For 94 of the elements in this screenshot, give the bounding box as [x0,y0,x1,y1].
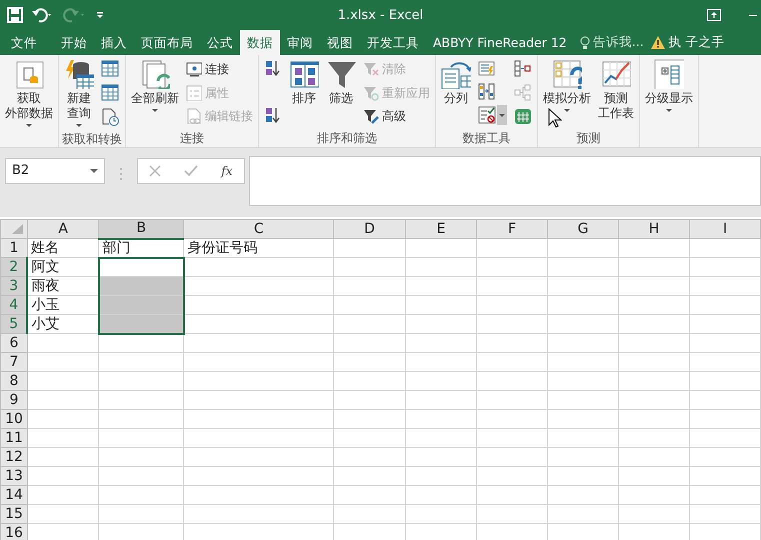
group-label: 连接 [179,130,205,147]
column-header[interactable]: D [334,220,406,238]
ribbon-tab[interactable]: 页面布局 [134,30,200,55]
cell-text: 身份证号码 [184,238,334,258]
refresh-icon [140,59,170,89]
lightbulb-icon [580,34,590,50]
row-header[interactable]: 2 [0,258,28,276]
remove-duplicates-icon[interactable] [478,82,496,100]
ribbon-tab[interactable]: ABBYY FineReader 12 [426,30,574,55]
group-label: 获取和转换 [62,131,122,148]
ribbon-tab[interactable]: 审阅 [280,30,320,55]
column-header[interactable]: G [547,220,618,238]
ribbon-button[interactable]: 分列 [439,58,473,107]
ribbon-button[interactable]: 排序 [287,58,321,107]
caret-icon [499,114,505,116]
consolidate-icon[interactable] [514,60,532,78]
group-label: 数据工具 [462,130,512,147]
ribbon-tab[interactable]: 视图 [320,30,360,55]
document-icon [14,59,44,89]
table-icon[interactable] [101,60,119,78]
insert-function-button[interactable]: fx [221,162,233,180]
row-header[interactable]: 1 [0,238,28,258]
column-header[interactable]: I [690,220,760,238]
formula-input[interactable] [249,156,761,206]
forecast-chart-icon [601,59,631,89]
reapply-filter-icon [363,84,379,100]
window-title: 1.xlsx - Excel [338,7,424,25]
data-validation-icon[interactable] [478,106,496,124]
user-name[interactable]: 执 子之手 [668,33,725,52]
row-header[interactable]: 7 [0,352,28,372]
ribbon-button[interactable]: 筛选 [324,58,358,107]
ribbon-button[interactable]: 连接 [184,58,255,80]
outline-icon [654,59,684,89]
cell-text: 姓名 [27,238,99,258]
row-header[interactable]: 4 [0,296,28,314]
properties-icon [186,84,202,100]
clock-icon[interactable] [101,108,119,126]
dropdown-button[interactable] [497,105,507,125]
ribbon-tab[interactable]: 开始 [54,30,94,55]
tell-me-field[interactable]: 告诉我... [580,30,644,55]
ribbon-button[interactable]: 预测 工作表 [596,58,636,122]
group-label: 排序和筛选 [316,130,378,147]
link-document-icon [186,108,202,124]
row-header[interactable]: 16 [0,524,28,540]
row-header[interactable]: 14 [0,486,28,504]
corner-triangle-icon [10,222,24,235]
flash-fill-icon[interactable] [478,60,496,78]
ribbon-button[interactable]: 高级 [361,105,432,127]
save-icon[interactable] [7,7,23,23]
table-icon[interactable] [101,84,119,102]
filter-icon [326,59,356,89]
row-header[interactable]: 15 [0,504,28,524]
ribbon-button[interactable]: 分级显示 [643,58,695,113]
grip-icon[interactable] [119,166,123,181]
clear-filter-icon [363,61,379,77]
row-header[interactable]: 6 [0,334,28,352]
ribbon-tab[interactable]: 数据 [240,30,280,55]
column-header[interactable]: H [618,220,690,238]
ribbon-tab[interactable]: 插入 [94,30,134,55]
data-model-icon[interactable] [514,107,532,125]
ribbon-tab[interactable]: 文件 [4,30,44,55]
cell-reference: B2 [12,162,30,180]
column-header[interactable]: A [27,220,99,238]
ribbon-display-icon[interactable] [707,9,721,21]
row-header[interactable]: 5 [0,314,28,334]
caret-icon [90,169,98,173]
column-header[interactable]: E [406,220,477,238]
ribbon-button[interactable]: 获取 外部数据 [3,58,55,128]
ribbon-tab[interactable]: 公式 [200,30,240,55]
row-header[interactable]: 13 [0,466,28,486]
row-header[interactable]: 3 [0,276,28,296]
advanced-filter-icon [363,108,379,124]
name-box[interactable]: B2 [5,158,105,184]
ribbon-tab[interactable]: 开发工具 [360,30,426,55]
column-header[interactable]: B [98,220,184,238]
ribbon-button[interactable]: 模拟分析 [541,58,593,113]
sort-ascending-icon[interactable] [264,60,282,78]
column-header[interactable]: C [184,220,334,238]
sort-icon [289,59,319,89]
row-header[interactable]: 9 [0,390,28,410]
row-header[interactable]: 8 [0,372,28,390]
column-header[interactable]: F [476,220,548,238]
what-if-icon [552,59,582,89]
row-header[interactable]: 12 [0,448,28,466]
ribbon-button[interactable]: 全部刷新 [129,58,181,113]
row-header[interactable]: 10 [0,410,28,428]
ribbon-button[interactable]: 新建 查询 [62,58,96,128]
monitor-icon [186,61,202,77]
warning-icon [650,35,666,50]
sort-descending-icon[interactable] [264,107,282,125]
mouse-cursor-icon [548,108,562,128]
database-icon [64,59,94,89]
row-header[interactable]: 11 [0,428,28,448]
group-label: 预测 [576,130,602,147]
